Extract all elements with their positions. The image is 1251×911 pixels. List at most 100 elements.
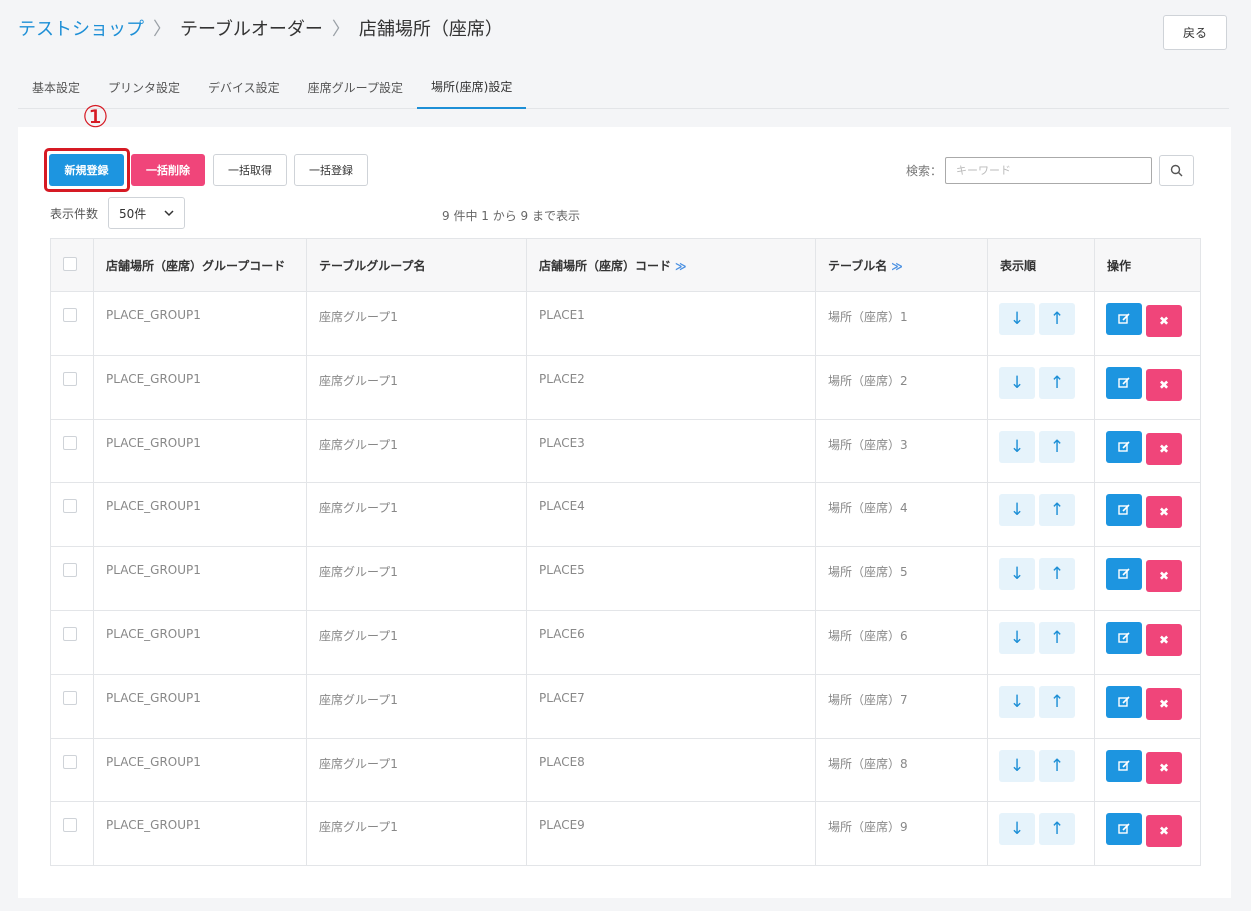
move-up-button[interactable]: ↑: [1039, 303, 1075, 335]
cell-group-name: 座席グループ1: [306, 354, 527, 420]
search-button[interactable]: [1159, 155, 1194, 186]
edit-icon: [1118, 377, 1130, 388]
arrow-down-icon: ↓: [1009, 500, 1025, 521]
move-down-button[interactable]: ↓: [999, 430, 1035, 463]
row-checkbox[interactable]: [63, 690, 77, 705]
cell-place-code: PLACE5: [526, 546, 816, 611]
column-header-table-name[interactable]: テーブル名 ≫: [815, 238, 988, 292]
close-icon: ✖: [1158, 760, 1170, 775]
arrow-up-icon: ↑: [1049, 564, 1065, 585]
breadcrumb-shop-link[interactable]: テストショップ: [18, 15, 144, 41]
cell-ops: ✖: [1094, 673, 1201, 739]
page-size-select[interactable]: 50件: [108, 197, 185, 229]
cell-group-name: 座席グループ1: [306, 737, 527, 803]
cell-order: ↓ ↑: [987, 354, 1095, 420]
row-select-cell: [50, 418, 94, 484]
arrow-down-icon: ↓: [1009, 627, 1025, 648]
delete-button[interactable]: ✖: [1146, 687, 1182, 720]
move-down-button[interactable]: ↓: [999, 494, 1035, 527]
move-up-button[interactable]: ↑: [1039, 749, 1075, 782]
delete-button[interactable]: ✖: [1146, 496, 1182, 529]
row-checkbox[interactable]: [63, 563, 77, 578]
close-icon: ✖: [1158, 314, 1170, 328]
arrow-up-icon: ↑: [1049, 372, 1065, 393]
edit-button[interactable]: [1106, 558, 1142, 591]
move-up-button[interactable]: ↑: [1039, 430, 1075, 463]
delete-button[interactable]: ✖: [1146, 560, 1182, 593]
breadcrumb-separator-icon: 〉: [331, 19, 350, 40]
cell-order: ↓ ↑: [987, 291, 1095, 356]
edit-button[interactable]: [1106, 685, 1142, 718]
delete-button[interactable]: ✖: [1146, 368, 1182, 401]
search-label: 検索：: [906, 164, 943, 178]
edit-icon: [1118, 441, 1130, 452]
move-down-button[interactable]: ↓: [999, 813, 1035, 846]
column-header-place-code-label: 店舗場所（座席）コード: [539, 258, 672, 273]
column-header-order: 表示順: [987, 238, 1095, 292]
search-input[interactable]: [945, 157, 1152, 184]
edit-button[interactable]: [1106, 621, 1142, 654]
edit-button[interactable]: [1106, 303, 1142, 335]
delete-button[interactable]: ✖: [1146, 815, 1182, 848]
edit-button[interactable]: [1106, 430, 1142, 463]
edit-icon: [1118, 313, 1130, 324]
edit-button[interactable]: [1106, 813, 1142, 846]
move-up-button[interactable]: ↑: [1039, 621, 1075, 654]
column-header-place-code[interactable]: 店舗場所（座席）コード ≫: [526, 238, 816, 292]
move-down-button[interactable]: ↓: [999, 558, 1035, 591]
table-row: PLACE_GROUP1 座席グループ1 PLACE8 場所（座席）8 ↓ ↑ ✖: [50, 737, 1201, 803]
page-size-value: 50件: [119, 206, 147, 221]
row-checkbox[interactable]: [63, 499, 77, 514]
move-up-button[interactable]: ↑: [1039, 685, 1075, 718]
back-button[interactable]: 戻る: [1163, 15, 1227, 50]
row-checkbox[interactable]: [63, 818, 77, 833]
edit-button[interactable]: [1106, 494, 1142, 527]
move-down-button[interactable]: ↓: [999, 366, 1035, 399]
move-up-button[interactable]: ↑: [1039, 494, 1075, 527]
cell-order: ↓ ↑: [987, 801, 1095, 867]
tab-seat-group-settings[interactable]: 座席グループ設定: [294, 66, 417, 109]
annotation-marker: ①: [82, 100, 109, 135]
move-down-button[interactable]: ↓: [999, 621, 1035, 654]
edit-icon: [1118, 696, 1130, 707]
cell-table-name: 場所（座席）4: [815, 482, 988, 548]
delete-button[interactable]: ✖: [1146, 623, 1182, 656]
delete-button[interactable]: ✖: [1146, 432, 1182, 465]
column-header-table-name-label: テーブル名: [828, 258, 888, 273]
bulk-register-button[interactable]: 一括登録: [294, 154, 368, 186]
row-checkbox[interactable]: [63, 371, 77, 386]
tab-device-settings[interactable]: デバイス設定: [194, 66, 294, 109]
select-all-checkbox[interactable]: [63, 256, 77, 271]
tab-place-settings[interactable]: 場所(座席)設定: [416, 66, 527, 109]
delete-button[interactable]: ✖: [1146, 305, 1182, 337]
close-icon: ✖: [1158, 569, 1170, 584]
bulk-delete-button[interactable]: 一括削除: [131, 154, 205, 186]
cell-table-name: 場所（座席）7: [815, 673, 988, 739]
move-up-button[interactable]: ↑: [1039, 558, 1075, 591]
edit-button[interactable]: [1106, 749, 1142, 782]
table-row: PLACE_GROUP1 座席グループ1 PLACE7 場所（座席）7 ↓ ↑ ✖: [50, 673, 1201, 739]
cell-ops: ✖: [1094, 482, 1201, 548]
move-up-button[interactable]: ↑: [1039, 366, 1075, 399]
cell-group-code: PLACE_GROUP1: [93, 609, 307, 675]
column-header-ops: 操作: [1094, 238, 1201, 292]
row-checkbox[interactable]: [63, 754, 77, 769]
edit-button[interactable]: [1106, 366, 1142, 399]
bulk-get-button[interactable]: 一括取得: [213, 154, 287, 186]
row-checkbox[interactable]: [63, 435, 77, 450]
arrow-up-icon: ↑: [1049, 309, 1065, 329]
table-row: PLACE_GROUP1 座席グループ1 PLACE4 場所（座席）4 ↓ ↑ ✖: [50, 482, 1201, 548]
close-icon: ✖: [1158, 377, 1170, 392]
cell-place-code: PLACE1: [526, 291, 816, 356]
move-down-button[interactable]: ↓: [999, 749, 1035, 782]
edit-icon: [1118, 823, 1130, 835]
move-up-button[interactable]: ↑: [1039, 813, 1075, 846]
row-checkbox[interactable]: [63, 308, 77, 322]
row-checkbox[interactable]: [63, 626, 77, 641]
move-down-button[interactable]: ↓: [999, 685, 1035, 718]
tab-printer-settings[interactable]: プリンタ設定: [94, 66, 194, 109]
row-select-cell: [50, 482, 94, 548]
move-down-button[interactable]: ↓: [999, 303, 1035, 335]
new-register-button[interactable]: 新規登録: [49, 154, 124, 186]
delete-button[interactable]: ✖: [1146, 751, 1182, 784]
